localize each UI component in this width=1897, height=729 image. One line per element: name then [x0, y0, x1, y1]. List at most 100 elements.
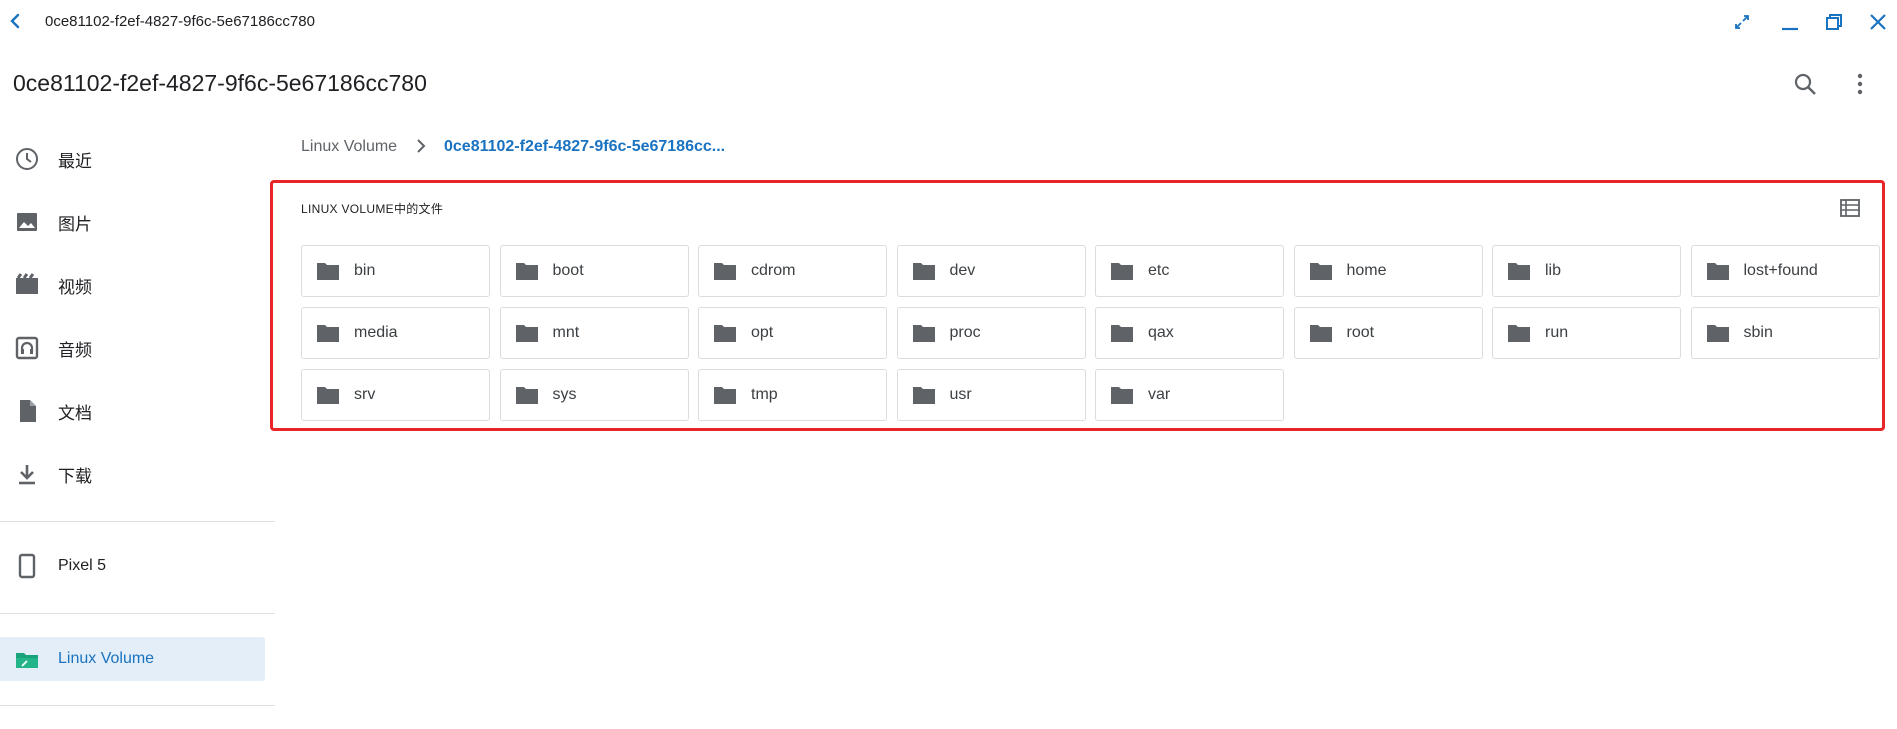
folder-name: bin: [354, 262, 376, 279]
section-label: LINUX VOLUME中的文件: [301, 202, 444, 216]
sidebar-item-documents[interactable]: 文档: [0, 389, 265, 433]
folder-name: root: [1346, 324, 1375, 341]
download-icon: [19, 465, 35, 485]
folder-icon: [912, 387, 935, 404]
restore-icon[interactable]: [1822, 10, 1846, 34]
folder-tile[interactable]: qax: [1095, 307, 1284, 359]
folder-tile[interactable]: dev: [896, 245, 1086, 297]
folder-tile[interactable]: proc: [896, 307, 1086, 359]
folder-icon: [912, 325, 935, 342]
folder-tile[interactable]: etc: [1095, 245, 1284, 297]
search-icon[interactable]: [1791, 70, 1819, 98]
sidebar-item-audio[interactable]: 音频: [0, 326, 265, 370]
folder-icon: [1706, 325, 1729, 342]
sidebar-item-images[interactable]: 图片: [0, 200, 265, 244]
folder-tile[interactable]: usr: [896, 369, 1086, 421]
sidebar-item-label: 下载: [58, 466, 92, 486]
folder-icon: [1706, 263, 1729, 280]
folder-name: srv: [354, 386, 376, 403]
folder-name: run: [1545, 324, 1569, 341]
sidebar-item-label: 图片: [58, 214, 92, 234]
folder-tile[interactable]: sys: [499, 369, 689, 421]
window-title: 0ce81102-f2ef-4827-9f6c-5e67186cc780: [45, 13, 315, 30]
sidebar-item-label: 视频: [58, 277, 92, 297]
page-title: 0ce81102-f2ef-4827-9f6c-5e67186cc780: [13, 70, 427, 96]
clock-icon: [16, 148, 38, 170]
sidebar-divider: [0, 521, 275, 522]
sidebar-item-linux-volume[interactable]: Linux Volume: [0, 637, 265, 681]
folder-name: proc: [949, 324, 981, 341]
list-view-icon[interactable]: [1838, 196, 1862, 220]
folder-name: mnt: [552, 324, 580, 341]
image-icon: [17, 213, 37, 231]
folder-tile[interactable]: var: [1095, 369, 1284, 421]
folder-tile[interactable]: tmp: [698, 369, 887, 421]
folder-tile[interactable]: cdrom: [698, 245, 887, 297]
sidebar-item-pixel-5[interactable]: Pixel 5: [0, 544, 265, 588]
folder-tile[interactable]: lost+found: [1690, 245, 1880, 297]
folder-icon: [317, 325, 339, 342]
folder-tile[interactable]: sbin: [1690, 307, 1880, 359]
back-arrow-icon[interactable]: [4, 10, 26, 32]
folder-icon: [317, 387, 339, 404]
folder-tile[interactable]: run: [1492, 307, 1681, 359]
folder-icon: [714, 387, 736, 404]
document-icon: [20, 400, 36, 422]
folder-name: lost+found: [1743, 262, 1818, 279]
folder-name: sbin: [1743, 324, 1773, 341]
folder-icon: [1309, 325, 1332, 342]
folder-name: media: [354, 324, 398, 341]
sidebar-item-label: Pixel 5: [58, 557, 107, 574]
video-icon: [16, 273, 38, 294]
folder-name: dev: [949, 262, 976, 279]
folder-icon: [1111, 325, 1133, 342]
folder-tile[interactable]: srv: [301, 369, 490, 421]
more-options-icon[interactable]: [1846, 70, 1874, 98]
folder-tile[interactable]: root: [1293, 307, 1483, 359]
fullscreen-icon[interactable]: [1730, 10, 1754, 34]
folder-icon: [912, 263, 935, 280]
folder-icon: [1111, 263, 1133, 280]
folder-name: usr: [949, 386, 972, 403]
folder-name: home: [1346, 262, 1387, 279]
breadcrumb-root[interactable]: Linux Volume: [301, 138, 397, 156]
folder-tile[interactable]: mnt: [499, 307, 689, 359]
folder-icon: [1508, 325, 1530, 342]
folder-icon: [515, 387, 538, 404]
folder-icon: [515, 325, 538, 342]
folder-name: etc: [1148, 262, 1170, 279]
folder-name: tmp: [751, 386, 778, 403]
sidebar-divider: [0, 705, 275, 706]
minimize-icon[interactable]: [1778, 10, 1802, 34]
sidebar-item-recent[interactable]: 最近: [0, 137, 265, 181]
sidebar-item-videos[interactable]: 视频: [0, 263, 265, 307]
chevron-right-icon: [417, 139, 426, 153]
sidebar-item-label: 最近: [58, 151, 92, 171]
linux-folder-icon: [16, 653, 38, 668]
sidebar-item-downloads[interactable]: 下载: [0, 452, 265, 496]
folder-tile[interactable]: media: [301, 307, 490, 359]
close-icon[interactable]: [1866, 10, 1890, 34]
sidebar-divider: [0, 613, 275, 614]
phone-icon: [18, 553, 36, 579]
folder-name: var: [1148, 386, 1171, 403]
folder-icon: [714, 325, 736, 342]
folder-tile[interactable]: opt: [698, 307, 887, 359]
window-bar: 0ce81102-f2ef-4827-9f6c-5e67186cc780: [0, 0, 1897, 44]
sidebar-item-label: Linux Volume: [58, 650, 155, 667]
folder-tile[interactable]: home: [1293, 245, 1483, 297]
folder-icon: [1111, 387, 1133, 404]
folder-icon: [317, 263, 339, 280]
breadcrumb-current[interactable]: 0ce81102-f2ef-4827-9f6c-5e67186cc...: [444, 138, 725, 156]
folder-icon: [515, 263, 538, 280]
sidebar-item-label: 文档: [58, 403, 92, 423]
headphones-icon: [15, 336, 39, 360]
folder-tile[interactable]: lib: [1492, 245, 1681, 297]
folder-icon: [714, 263, 736, 280]
folder-tile[interactable]: bin: [301, 245, 490, 297]
sidebar-item-label: 音频: [58, 340, 92, 360]
folder-name: qax: [1148, 324, 1174, 341]
folder-icon: [1309, 263, 1332, 280]
folder-tile[interactable]: boot: [499, 245, 689, 297]
folder-name: lib: [1545, 262, 1562, 279]
